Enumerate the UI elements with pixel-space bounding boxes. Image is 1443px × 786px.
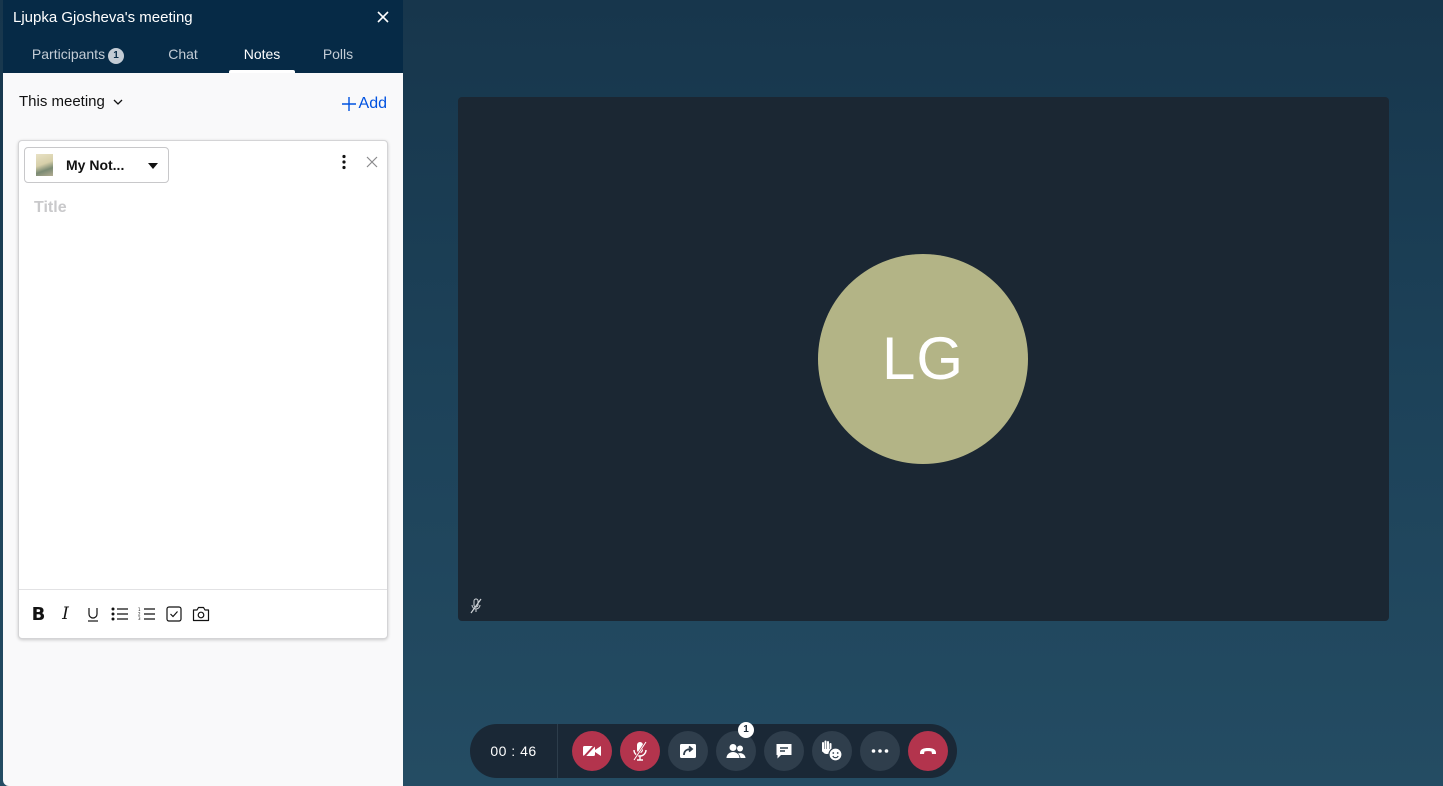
checklist-button[interactable] (160, 601, 187, 627)
tab-label: Polls (322, 46, 354, 62)
side-panel: Ljupka Gjosheva's meeting Participants 1 … (3, 0, 403, 786)
tab-chat[interactable]: Chat (166, 44, 200, 73)
share-screen-icon (680, 744, 696, 758)
underline-icon (87, 608, 98, 622)
meeting-title: Ljupka Gjosheva's meeting (13, 9, 193, 26)
raise-hand-emoji-icon (822, 740, 843, 762)
bulleted-list-button[interactable] (106, 601, 133, 627)
participants-icon (726, 744, 746, 758)
camera-icon (192, 606, 209, 622)
numbered-list-icon: 123 (138, 607, 155, 621)
notebook-thumbnail (36, 154, 53, 176)
participant-avatar: LG (818, 254, 1028, 464)
svg-text:3: 3 (138, 616, 141, 621)
tab-label: Participants (31, 46, 106, 62)
start-video-button[interactable] (572, 731, 612, 771)
italic-button[interactable]: I (52, 601, 79, 627)
caret-down-icon (148, 163, 158, 169)
unmute-button[interactable] (620, 731, 660, 771)
underline-button[interactable] (79, 601, 106, 627)
checkbox-icon (165, 606, 182, 622)
meeting-timer: 00 : 46 (470, 724, 558, 778)
chevron-down-icon (113, 99, 123, 105)
hang-up-icon (920, 748, 936, 754)
more-horizontal-icon (871, 749, 889, 753)
participants-count-badge: 1 (108, 48, 125, 64)
tab-participants[interactable]: Participants 1 (30, 44, 126, 73)
reactions-button[interactable] (812, 731, 852, 771)
tab-notes[interactable]: Notes (229, 44, 295, 73)
notebook-name: My Not... (66, 157, 125, 173)
chat-icon (776, 744, 792, 759)
video-off-icon (583, 744, 601, 758)
bulleted-list-icon (111, 607, 128, 621)
notes-scope-dropdown[interactable]: This meeting (19, 93, 123, 110)
more-vertical-icon[interactable] (341, 154, 347, 170)
note-title-input[interactable] (34, 199, 364, 217)
formatting-toolbar: B I 123 (19, 589, 387, 638)
numbered-list-button[interactable]: 123 (133, 601, 160, 627)
tab-polls[interactable]: Polls (321, 44, 355, 73)
notebook-selector[interactable]: My Not... (24, 147, 169, 183)
participant-video-tile: LG (458, 97, 1389, 621)
panel-header: Ljupka Gjosheva's meeting Participants 1 … (3, 0, 403, 73)
add-note-button[interactable]: Add (341, 95, 387, 113)
add-label: Add (358, 95, 387, 112)
leave-meeting-button[interactable] (908, 731, 948, 771)
scope-label: This meeting (19, 93, 105, 110)
note-editor-card: My Not... B I 123 (18, 140, 388, 639)
microphone-off-icon (633, 741, 647, 761)
tab-label: Notes (243, 46, 281, 62)
participants-button[interactable]: 1 (716, 722, 756, 771)
chat-button[interactable] (764, 731, 804, 771)
plus-icon (341, 97, 356, 111)
meeting-control-bar: 00 : 46 1 (470, 722, 957, 778)
tab-label: Chat (168, 46, 198, 62)
panel-tabs: Participants 1 Chat Notes Polls (3, 44, 403, 73)
insert-image-button[interactable] (187, 601, 214, 627)
meeting-window: Ljupka Gjosheva's meeting Participants 1 … (0, 0, 1443, 786)
more-options-button[interactable] (860, 731, 900, 771)
bold-button[interactable]: B (25, 601, 52, 627)
participants-count-badge: 1 (738, 722, 754, 738)
close-note-icon[interactable] (366, 156, 378, 168)
microphone-muted-icon (470, 598, 482, 614)
share-screen-button[interactable] (668, 731, 708, 771)
close-panel-icon[interactable] (375, 8, 391, 26)
